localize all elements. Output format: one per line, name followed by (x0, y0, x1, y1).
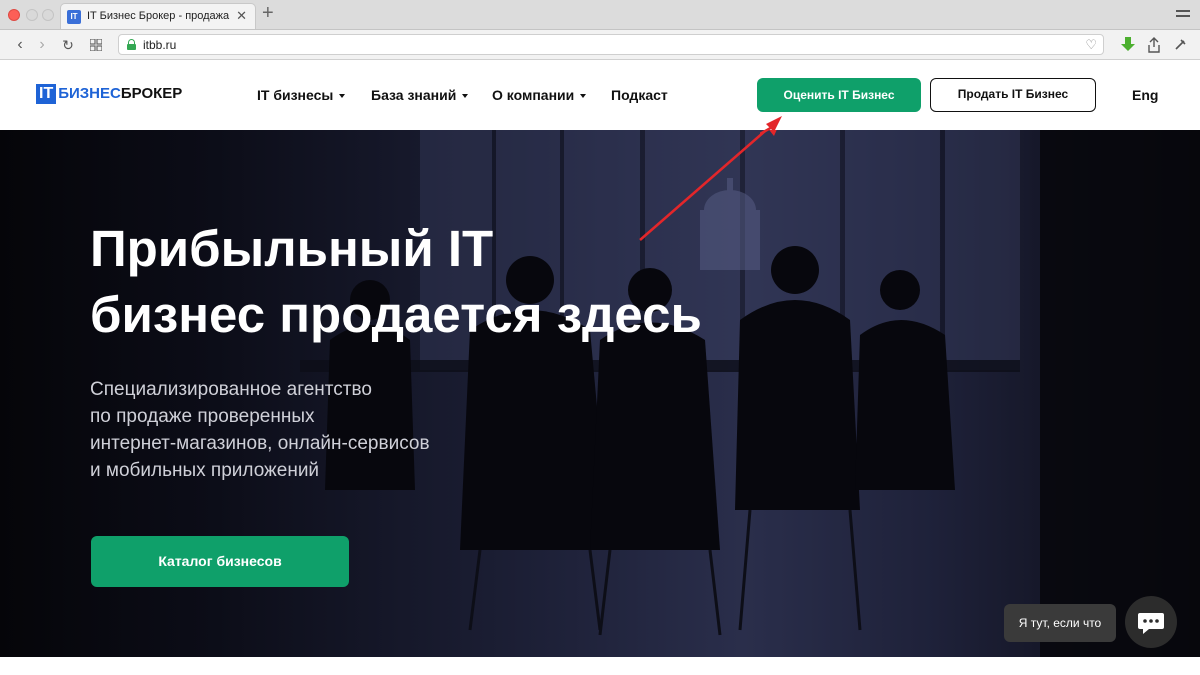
window-minimize-button[interactable] (26, 9, 38, 21)
nav-item-podcast[interactable]: Подкаст (611, 87, 668, 103)
lock-icon (127, 39, 136, 50)
nav-item-it-businesses[interactable]: IT бизнесы (257, 87, 346, 103)
address-bar[interactable]: itbb.ru ♡ (118, 34, 1104, 55)
window-zoom-button[interactable] (42, 9, 54, 21)
sell-business-button[interactable]: Продать IT Бизнес (930, 78, 1096, 112)
chat-open-button[interactable] (1125, 596, 1177, 648)
download-icon[interactable] (1118, 35, 1138, 55)
extensions-icon[interactable] (1170, 35, 1190, 55)
evaluate-business-button[interactable]: Оценить IT Бизнес (757, 78, 921, 112)
language-switch[interactable]: Eng (1132, 87, 1158, 103)
forward-icon[interactable]: › (32, 35, 52, 55)
caret-down-icon (580, 94, 587, 99)
page-bottom-strip (0, 657, 1200, 675)
catalog-button[interactable]: Каталог бизнесов (91, 536, 349, 587)
hero-section: Прибыльный IT бизнес продается здесь Спе… (0, 130, 1200, 657)
favicon-icon: IT (67, 10, 81, 24)
chat-icon (1138, 613, 1164, 634)
nav-item-about[interactable]: О компании (492, 87, 587, 103)
nav-item-knowledge-base[interactable]: База знаний (371, 87, 469, 103)
back-icon[interactable]: ‹ (10, 35, 30, 55)
reload-icon[interactable]: ↻ (58, 35, 78, 55)
new-tab-icon[interactable]: + (262, 3, 274, 23)
share-icon[interactable] (1144, 35, 1164, 55)
browser-tab[interactable]: IT IT Бизнес Брокер - продажа ✕ (60, 3, 256, 29)
hero-title: Прибыльный IT бизнес продается здесь (90, 220, 702, 343)
annotation-arrow-icon (760, 116, 782, 134)
chat-greeting-bubble[interactable]: Я тут, если что (1004, 604, 1116, 642)
caret-down-icon (462, 94, 469, 99)
url-text: itbb.ru (143, 38, 177, 52)
caret-down-icon (339, 94, 346, 99)
tab-title: IT Бизнес Брокер - продажа (87, 10, 230, 22)
browser-toolbar: ‹ › ↻ itbb.ru ♡ (0, 30, 1200, 60)
tab-list-menu-icon[interactable] (1176, 8, 1190, 20)
site-logo[interactable]: IT БИЗНЕСБРОКЕР (36, 84, 182, 104)
window-close-button[interactable] (8, 9, 20, 21)
grid-view-icon[interactable] (86, 35, 106, 55)
browser-tab-bar: IT IT Бизнес Брокер - продажа ✕ + (0, 0, 1200, 30)
close-tab-icon[interactable]: ✕ (236, 9, 247, 23)
bookmark-heart-icon[interactable]: ♡ (1085, 37, 1097, 53)
hero-subtitle: Специализированное агентство по продаже … (90, 379, 430, 481)
